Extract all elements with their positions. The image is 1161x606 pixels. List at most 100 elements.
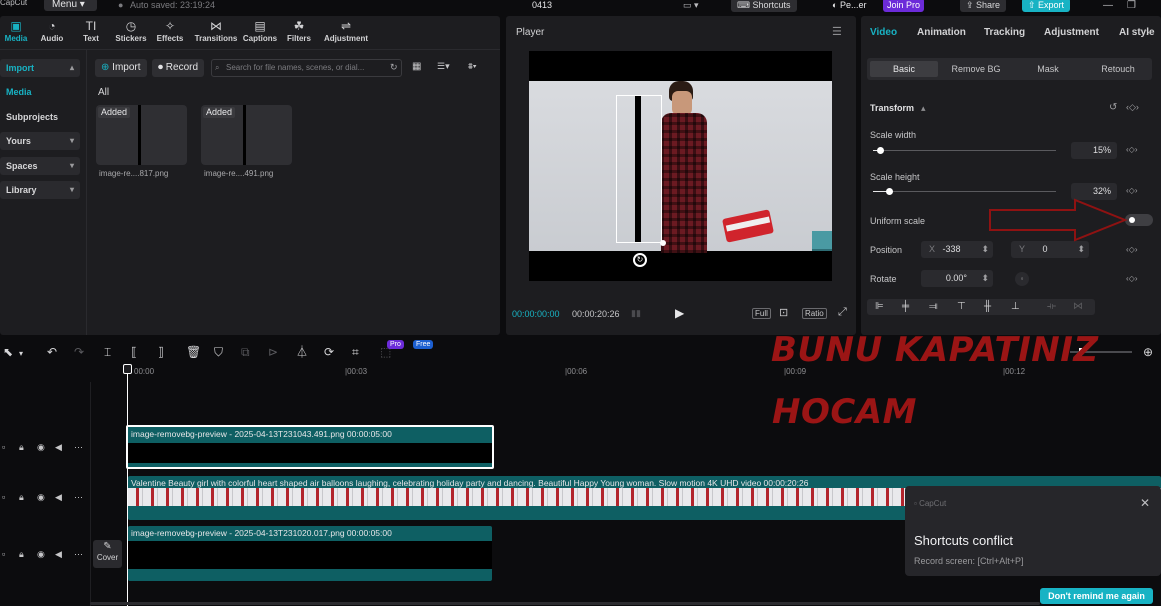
playhead[interactable] bbox=[127, 368, 128, 606]
fullscreen-icon[interactable]: ⤢ bbox=[838, 306, 847, 319]
sidebar-item-yours[interactable]: Yours ▾ bbox=[0, 132, 80, 150]
panel-menu-icon[interactable]: ☰ bbox=[832, 25, 842, 38]
lock-icon[interactable]: 🔒︎ bbox=[19, 549, 24, 560]
full-button[interactable]: Full bbox=[752, 308, 771, 319]
layout-icon[interactable]: ▭ ▾ bbox=[683, 0, 699, 11]
search-input[interactable]: ⌕ Search for file names, scenes, or dial.… bbox=[211, 59, 402, 77]
split-right-icon[interactable]: ⟧ bbox=[158, 345, 164, 359]
lock-icon[interactable]: 🔒︎ bbox=[19, 492, 24, 503]
position-x-field[interactable]: X -338 ⬍ bbox=[921, 241, 993, 258]
keyframe-diamond-icon[interactable]: ‹◇› bbox=[1126, 274, 1137, 283]
playhead-handle[interactable] bbox=[123, 364, 132, 374]
cover-button[interactable]: ✎ Cover bbox=[93, 540, 122, 568]
tab-audio[interactable]: ◔ Audio bbox=[32, 18, 72, 48]
rotate-handle-icon[interactable]: ↻ bbox=[633, 253, 647, 267]
screenshot-icon[interactable]: ⊡ bbox=[779, 306, 788, 319]
crop-icon[interactable]: ⌗ bbox=[352, 345, 359, 359]
share-button[interactable]: ⇪ Share bbox=[960, 0, 1007, 12]
timeline-clip[interactable]: image-removebg-preview - 2025-04-13T2310… bbox=[128, 526, 492, 581]
close-icon[interactable]: ✕ bbox=[1140, 496, 1150, 510]
tab-captions[interactable]: ▤ Captions bbox=[240, 18, 280, 48]
menu-button[interactable]: Menu ▾ bbox=[44, 0, 97, 11]
tab-media[interactable]: ▣ Media bbox=[0, 18, 36, 48]
lock-icon[interactable]: 🔒︎ bbox=[19, 442, 24, 453]
keyframe-diamond-icon[interactable]: ‹◇› bbox=[1126, 145, 1137, 154]
media-item[interactable]: Added bbox=[96, 105, 187, 165]
chevron-right-icon[interactable]: › bbox=[1146, 27, 1149, 38]
tab-effects[interactable]: ✧ Effects bbox=[150, 18, 190, 48]
sidebar-item-library[interactable]: Library ▾ bbox=[0, 181, 80, 199]
sidebar-item-media[interactable]: Media bbox=[0, 83, 80, 101]
keyframe-diamond-icon[interactable]: ‹◇› bbox=[1126, 186, 1137, 195]
tab-adjustment[interactable]: ⇌ Adjustment bbox=[322, 18, 370, 48]
timeline-clip-selected[interactable]: image-removebg-preview - 2025-04-13T2310… bbox=[126, 425, 494, 469]
sort-icon[interactable]: ☰▾ bbox=[437, 61, 450, 72]
rotation-dial-icon[interactable]: ◦ bbox=[1015, 272, 1029, 286]
tab-adjustment[interactable]: Adjustment bbox=[1044, 27, 1099, 38]
filter-all-label[interactable]: All bbox=[98, 87, 109, 98]
project-name[interactable]: 0413 bbox=[532, 0, 552, 11]
align-center-h-icon[interactable]: ╪ bbox=[902, 301, 909, 312]
import-button[interactable]: ⊕ Import bbox=[95, 59, 147, 77]
tab-video[interactable]: Video bbox=[870, 27, 897, 38]
zoom-in-icon[interactable]: ⊕ bbox=[1143, 345, 1153, 359]
eye-icon[interactable]: ◉ bbox=[37, 442, 45, 453]
sidebar-item-import[interactable]: Import ▴ bbox=[0, 59, 80, 77]
chevron-down-icon[interactable]: ▾ bbox=[19, 347, 23, 361]
filter-icon[interactable]: ⩩▾ bbox=[468, 61, 477, 72]
refresh-icon[interactable]: ↻ bbox=[390, 62, 398, 73]
shield-icon[interactable]: ⛉ bbox=[214, 345, 223, 359]
join-pro-button[interactable]: Join Pro bbox=[883, 0, 925, 12]
ratio-button[interactable]: Ratio bbox=[802, 308, 827, 319]
audio-icon[interactable]: ◀︎ bbox=[55, 442, 62, 453]
sidebar-item-spaces[interactable]: Spaces ▾ bbox=[0, 157, 80, 175]
select-tool-icon[interactable]: ⬉ bbox=[3, 345, 13, 359]
tab-filters[interactable]: ☘ Filters bbox=[279, 18, 319, 48]
scale-width-slider[interactable] bbox=[873, 150, 1056, 151]
audio-icon[interactable]: ◀︎ bbox=[55, 492, 62, 503]
eye-icon[interactable]: ◉ bbox=[37, 549, 45, 560]
scale-height-knob[interactable] bbox=[885, 188, 893, 195]
rotate-field[interactable]: 0.00° ⬍ bbox=[921, 270, 993, 287]
align-center-v-icon[interactable]: ╫ bbox=[984, 301, 991, 312]
stepper-icon[interactable]: ⬍ bbox=[981, 270, 989, 287]
resize-handle[interactable] bbox=[660, 240, 666, 246]
scale-width-knob[interactable] bbox=[877, 147, 885, 154]
tab-stickers[interactable]: ◷ Stickers bbox=[111, 18, 151, 48]
maximize-icon[interactable]: ❐ bbox=[1127, 0, 1136, 11]
chevron-up-icon[interactable]: ▴ bbox=[921, 103, 926, 114]
undo-icon[interactable]: ↶ bbox=[47, 345, 57, 359]
scale-height-slider[interactable] bbox=[873, 191, 1056, 192]
align-right-icon[interactable]: ⫥ bbox=[929, 301, 938, 312]
tab-animation[interactable]: Animation bbox=[917, 27, 966, 38]
redo-icon[interactable]: ↷ bbox=[74, 345, 84, 359]
timeline-scrollbar[interactable] bbox=[90, 602, 1040, 605]
minimize-icon[interactable]: — bbox=[1103, 0, 1113, 11]
subtab-remove-bg[interactable]: Remove BG bbox=[943, 61, 1009, 77]
mirror-icon[interactable]: ⏃ bbox=[296, 345, 308, 359]
tab-text[interactable]: TI Text bbox=[71, 18, 111, 48]
shortcuts-button[interactable]: ⌨ Shortcuts bbox=[731, 0, 797, 12]
tab-tracking[interactable]: Tracking bbox=[984, 27, 1025, 38]
distribute-h-icon[interactable]: ⟛ bbox=[1047, 301, 1056, 312]
audio-icon[interactable]: ◀︎ bbox=[55, 549, 62, 560]
grid-view-icon[interactable]: ▦ bbox=[412, 61, 421, 72]
play-circle-icon[interactable]: ⊳ bbox=[268, 345, 278, 359]
keyframe-diamond-icon[interactable]: ‹◇› bbox=[1126, 245, 1137, 254]
align-left-icon[interactable]: ⊫ bbox=[875, 301, 884, 312]
transform-section-title[interactable]: Transform bbox=[870, 103, 914, 113]
align-top-icon[interactable]: ⊤ bbox=[957, 301, 966, 312]
keyframe-diamond-icon[interactable]: ‹◇› bbox=[1126, 102, 1139, 113]
align-bottom-icon[interactable]: ⊥ bbox=[1011, 301, 1020, 312]
eye-icon[interactable]: ◉ bbox=[37, 492, 45, 503]
export-button[interactable]: ⇧ Export bbox=[1022, 0, 1071, 12]
record-button[interactable]: ⏺ Record bbox=[152, 59, 205, 77]
media-item[interactable]: Added bbox=[201, 105, 292, 165]
video-preview[interactable]: ↻ bbox=[529, 51, 832, 281]
distribute-v-icon[interactable]: ⋈ bbox=[1073, 301, 1083, 312]
dont-remind-button[interactable]: Don't remind me again bbox=[1040, 588, 1153, 604]
subtab-mask[interactable]: Mask bbox=[1015, 61, 1081, 77]
scale-width-field[interactable]: 15% bbox=[1071, 142, 1117, 159]
avatar[interactable]: ◐ Pe...er bbox=[832, 0, 866, 11]
play-icon[interactable]: ▶ bbox=[675, 306, 684, 320]
